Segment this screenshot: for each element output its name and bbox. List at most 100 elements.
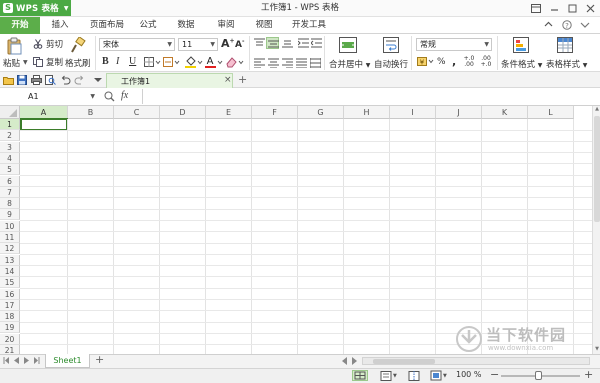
format-painter-label[interactable]: 格式刷 xyxy=(65,57,91,69)
spreadsheet-grid[interactable]: ABCDEFGHIJKL 1 2 3 4 5 6 7 8 9 10 11 12 13 14 15 16 17 18… xyxy=(0,106,592,354)
copy-button[interactable]: 复制 xyxy=(33,56,63,68)
indent-icon[interactable] xyxy=(298,38,309,48)
customize-toolbar-icon[interactable] xyxy=(94,77,102,83)
column-header-b[interactable]: B xyxy=(68,106,114,119)
row-header-5[interactable]: 5 xyxy=(0,164,20,176)
select-all-corner[interactable] xyxy=(0,106,20,119)
column-header-g[interactable]: G xyxy=(298,106,344,119)
table-style-icon[interactable] xyxy=(557,37,573,53)
column-header-k[interactable]: K xyxy=(482,106,528,119)
row-header-10[interactable]: 10 xyxy=(0,220,20,232)
print-icon[interactable] xyxy=(31,75,42,85)
bold-button[interactable]: B xyxy=(102,56,109,67)
name-box[interactable]: A1 ▼ xyxy=(2,90,98,103)
row-header-7[interactable]: 7 xyxy=(0,186,20,198)
increase-font-size-button[interactable]: A+ xyxy=(221,37,235,50)
new-tab-button[interactable]: + xyxy=(238,73,247,86)
maximize-icon[interactable] xyxy=(563,1,581,15)
increase-decimal-button[interactable]: +.0 .00 xyxy=(462,56,476,68)
tab-page-layout[interactable]: 页面布局 xyxy=(82,17,132,34)
row-header-16[interactable]: 16 xyxy=(0,288,20,300)
document-tab[interactable]: 工作簿1 × xyxy=(106,73,233,88)
format-painter-icon[interactable] xyxy=(70,37,86,53)
horizontal-scroll-thumb[interactable] xyxy=(373,359,435,364)
first-sheet-icon[interactable] xyxy=(3,357,10,364)
justify-icon[interactable] xyxy=(296,58,307,68)
horizontal-scrollbar[interactable] xyxy=(362,357,590,365)
row-header-21[interactable]: 21 xyxy=(0,345,20,354)
column-header-f[interactable]: F xyxy=(252,106,298,119)
scroll-down-icon[interactable]: ▼ xyxy=(594,346,600,353)
paste-label[interactable]: 粘贴 xyxy=(3,57,20,69)
align-center-icon[interactable] xyxy=(268,58,279,68)
decrease-decimal-button[interactable]: .00 +.0 xyxy=(479,56,493,68)
merge-center-button[interactable]: 合并居中 ▼ xyxy=(329,58,370,70)
italic-button[interactable]: I xyxy=(116,56,119,67)
row-header-8[interactable]: 8 xyxy=(0,198,20,210)
last-sheet-icon[interactable] xyxy=(33,357,40,364)
tab-review[interactable]: 审阅 xyxy=(210,17,242,34)
undo-icon[interactable] xyxy=(60,75,71,85)
row-header-18[interactable]: 18 xyxy=(0,311,20,323)
thousands-separator-button[interactable]: , xyxy=(452,55,456,68)
reading-mode-icon[interactable] xyxy=(430,370,442,381)
row-header-17[interactable]: 17 xyxy=(0,299,20,311)
help-icon[interactable]: ? xyxy=(562,20,572,30)
row-header-9[interactable]: 9 xyxy=(0,209,20,221)
conditional-format-button[interactable]: 条件格式 ▼ xyxy=(501,58,542,70)
column-header-i[interactable]: I xyxy=(390,106,436,119)
zoom-in-button[interactable]: + xyxy=(584,368,593,381)
chevron-down-icon[interactable]: ▼ xyxy=(393,373,397,379)
wrap-text-button[interactable]: 自动换行 xyxy=(374,58,408,70)
prev-sheet-icon[interactable] xyxy=(13,357,20,364)
column-header-l[interactable]: L xyxy=(528,106,574,119)
zoom-out-button[interactable]: − xyxy=(490,368,499,381)
clear-format-button[interactable] xyxy=(226,56,244,68)
formula-input[interactable] xyxy=(142,89,598,104)
row-header-15[interactable]: 15 xyxy=(0,277,20,289)
close-icon[interactable] xyxy=(581,1,599,15)
conditional-format-icon[interactable] xyxy=(513,37,529,53)
font-size-select[interactable]: 11 ▼ xyxy=(178,38,218,51)
borders-button[interactable] xyxy=(144,57,161,67)
chevron-down-icon[interactable]: ▼ xyxy=(443,373,447,379)
redo-icon[interactable] xyxy=(74,75,85,85)
row-header-19[interactable]: 19 xyxy=(0,322,20,334)
tab-insert[interactable]: 插入 xyxy=(44,17,76,34)
cell-style-button[interactable] xyxy=(163,57,180,67)
zoom-level[interactable]: 100 % xyxy=(456,370,481,379)
align-right-icon[interactable] xyxy=(282,58,293,68)
row-header-13[interactable]: 13 xyxy=(0,254,20,266)
page-break-view-icon[interactable] xyxy=(408,371,420,381)
currency-format-button[interactable]: ¥ xyxy=(417,56,434,67)
row-header-3[interactable]: 3 xyxy=(0,141,20,153)
wps-app-menu-button[interactable]: S WPS 表格 ▼ xyxy=(0,0,71,16)
window-menu-icon[interactable] xyxy=(527,1,545,15)
column-header-c[interactable]: C xyxy=(114,106,160,119)
fill-color-button[interactable] xyxy=(185,56,203,68)
column-header-e[interactable]: E xyxy=(206,106,252,119)
font-color-button[interactable]: A xyxy=(205,55,223,68)
paste-dropdown-icon[interactable]: ▼ xyxy=(23,59,28,66)
wrap-text-icon[interactable] xyxy=(383,37,399,53)
tab-view[interactable]: 视图 xyxy=(248,17,280,34)
distributed-align-icon[interactable] xyxy=(310,58,321,68)
page-layout-view-icon[interactable] xyxy=(380,371,392,381)
minimize-icon[interactable] xyxy=(545,1,563,15)
close-tab-icon[interactable]: × xyxy=(224,75,232,85)
next-sheet-icon[interactable] xyxy=(23,357,30,364)
normal-view-icon[interactable] xyxy=(352,370,368,381)
row-header-6[interactable]: 6 xyxy=(0,175,20,187)
decrease-font-size-button[interactable]: A- xyxy=(235,38,244,50)
open-folder-icon[interactable] xyxy=(3,75,14,85)
row-header-2[interactable]: 2 xyxy=(0,130,20,142)
scroll-left-icon[interactable] xyxy=(342,357,348,365)
column-header-j[interactable]: J xyxy=(436,106,482,119)
align-middle-icon[interactable] xyxy=(266,37,279,49)
number-format-select[interactable]: 常规 ▼ xyxy=(416,38,492,51)
more-options-icon[interactable] xyxy=(580,20,590,30)
align-bottom-icon[interactable] xyxy=(282,38,293,48)
align-left-icon[interactable] xyxy=(254,58,265,68)
sheet-tab-sheet1[interactable]: Sheet1 xyxy=(45,354,90,368)
add-sheet-button[interactable]: + xyxy=(95,353,104,366)
